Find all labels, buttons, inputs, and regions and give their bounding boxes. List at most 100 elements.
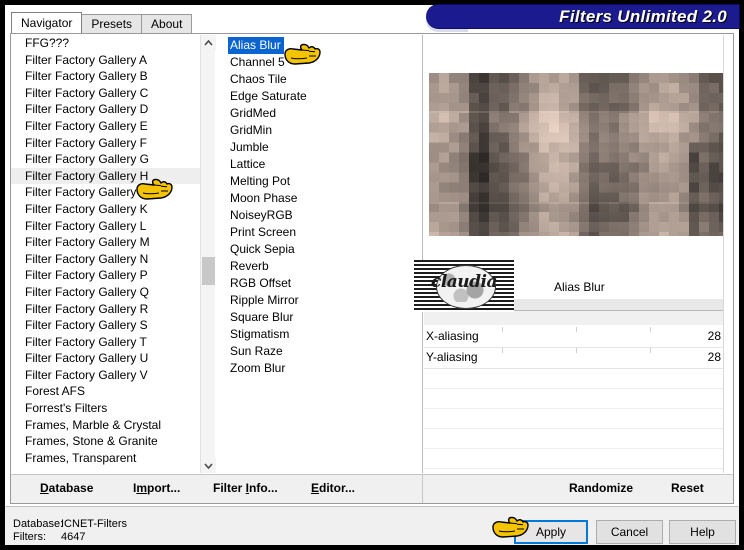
filter-item[interactable]: Lattice — [228, 156, 265, 173]
filter-row[interactable]: Reverb — [228, 257, 408, 274]
filter-row[interactable]: Ripple Mirror — [228, 291, 408, 308]
filter-item[interactable]: Jumble — [228, 139, 269, 156]
editor-button[interactable]: Editor... — [311, 481, 355, 495]
category-item[interactable]: Filter Factory Gallery D — [11, 101, 201, 118]
filter-item[interactable]: Alias Blur — [228, 37, 284, 54]
category-item[interactable]: Filter Factory Gallery G — [11, 151, 201, 168]
filter-row[interactable]: Quick Sepia — [228, 240, 408, 257]
preview-canvas[interactable] — [429, 73, 727, 236]
parameter-rows: X-aliasing 28 Y-aliasing 28 — [424, 327, 726, 473]
filter-row[interactable]: RGB Offset — [228, 274, 408, 291]
filter-row[interactable]: Stigmatism — [228, 325, 408, 342]
filter-item[interactable]: Stigmatism — [228, 326, 289, 343]
category-item[interactable]: Filter Factory Gallery V — [11, 367, 201, 384]
status-database-value: ICNET-Filters — [61, 518, 127, 530]
cancel-button[interactable]: Cancel — [596, 520, 663, 544]
filter-item[interactable]: GridMed — [228, 105, 276, 122]
category-item[interactable]: Filter Factory Gallery M — [11, 234, 201, 251]
category-item[interactable]: FFG??? — [11, 35, 201, 52]
category-item[interactable]: Filter Factory Gallery J — [11, 184, 201, 201]
filter-item[interactable]: Edge Saturate — [228, 88, 307, 105]
filter-row[interactable]: Square Blur — [228, 308, 408, 325]
reset-button[interactable]: Reset — [671, 481, 704, 495]
filter-row[interactable]: Sun Raze — [228, 342, 408, 359]
category-item[interactable]: Frames, Stone & Granite — [11, 433, 201, 450]
filter-row[interactable]: Chaos Tile — [228, 70, 408, 87]
filter-row[interactable]: Edge Saturate — [228, 87, 408, 104]
filter-row[interactable]: Channel 5 — [228, 53, 408, 70]
filter-item[interactable]: NoiseyRGB — [228, 207, 293, 224]
scroll-down-icon[interactable] — [201, 458, 216, 473]
help-button[interactable]: Help — [669, 520, 736, 544]
category-scrollbar[interactable] — [200, 35, 216, 473]
parameter-row[interactable]: Y-aliasing 28 — [424, 348, 726, 369]
filter-row[interactable]: Jumble — [228, 138, 408, 155]
category-list[interactable]: FFG??? Filter Factory Gallery A Filter Fac… — [11, 35, 218, 473]
filter-item[interactable]: Quick Sepia — [228, 241, 295, 258]
filter-row[interactable]: NoiseyRGB — [228, 206, 408, 223]
filter-row[interactable]: Print Screen — [228, 223, 408, 240]
filter-row[interactable]: Moon Phase — [228, 189, 408, 206]
category-item[interactable]: Filter Factory Gallery K — [11, 201, 201, 218]
filter-item[interactable]: Zoom Blur — [228, 360, 285, 377]
filter-item[interactable]: Channel 5 — [228, 54, 285, 71]
category-item[interactable]: Filter Factory Gallery A — [11, 52, 201, 69]
filter-item[interactable]: GridMin — [228, 122, 272, 139]
category-item[interactable]: Filter Factory Gallery S — [11, 317, 201, 334]
panel-divider — [422, 35, 423, 473]
category-item[interactable]: Filter Factory Gallery L — [11, 218, 201, 235]
filter-item[interactable]: Print Screen — [228, 224, 296, 241]
filter-item[interactable]: RGB Offset — [228, 275, 291, 292]
scroll-up-icon[interactable] — [201, 35, 216, 50]
command-bar-separator — [422, 475, 423, 503]
effect-name-header: Alias Blur — [424, 277, 724, 299]
param-strip-sub — [424, 311, 724, 325]
filter-list[interactable]: Alias Blur Channel 5 Chaos Tile Edge Satura… — [228, 36, 408, 472]
slider-tick — [650, 348, 651, 353]
category-item[interactable]: Filter Factory Gallery B — [11, 68, 201, 85]
tab-about[interactable]: About — [141, 14, 193, 33]
filter-item[interactable]: Reverb — [228, 258, 269, 275]
import-button[interactable]: Import... — [133, 481, 180, 495]
parameter-row-empty — [424, 409, 726, 429]
category-item[interactable]: Filter Factory Gallery T — [11, 334, 201, 351]
category-item[interactable]: Filter Factory Gallery C — [11, 85, 201, 102]
filter-row[interactable]: Alias Blur — [228, 36, 408, 54]
status-database: Database: ICNET-Filters — [13, 518, 213, 531]
parameter-value: 28 — [707, 329, 721, 343]
preview-image[interactable] — [429, 73, 727, 236]
parameter-row[interactable]: X-aliasing 28 — [424, 327, 726, 348]
category-item[interactable]: Forrest's Filters — [11, 400, 201, 417]
apply-button[interactable]: Apply — [514, 520, 588, 544]
filter-row[interactable]: Lattice — [228, 155, 408, 172]
filter-item[interactable]: Moon Phase — [228, 190, 297, 207]
category-item[interactable]: Filter Factory Gallery F — [11, 135, 201, 152]
filter-row[interactable]: Zoom Blur — [228, 359, 408, 376]
filter-row[interactable]: Melting Pot — [228, 172, 408, 189]
category-item[interactable]: Filter Factory Gallery H — [11, 167, 201, 185]
category-item[interactable]: Frames, Transparent — [11, 450, 201, 467]
filter-item[interactable]: Ripple Mirror — [228, 292, 299, 309]
category-item[interactable]: Filter Factory Gallery P — [11, 267, 201, 284]
randomize-button[interactable]: Randomize — [569, 481, 633, 495]
filter-item[interactable]: Square Blur — [228, 309, 293, 326]
category-scroll-thumb[interactable] — [202, 257, 215, 285]
category-item[interactable]: Frames, Marble & Crystal — [11, 417, 201, 434]
filter-row[interactable]: GridMin — [228, 121, 408, 138]
database-button[interactable]: Database — [40, 481, 93, 495]
category-item[interactable]: Filter Factory Gallery N — [11, 251, 201, 268]
filter-row[interactable]: GridMed — [228, 104, 408, 121]
category-item[interactable]: Forest AFS — [11, 383, 201, 400]
tab-navigator[interactable]: Navigator — [11, 12, 83, 33]
category-item[interactable]: Filter Factory Gallery U — [11, 350, 201, 367]
filter-item[interactable]: Chaos Tile — [228, 71, 287, 88]
parameter-scrollbar[interactable] — [723, 35, 732, 473]
category-item[interactable]: Filter Factory Gallery Q — [11, 284, 201, 301]
parameter-row-empty — [424, 369, 726, 389]
category-item[interactable]: Filter Factory Gallery E — [11, 118, 201, 135]
tab-presets[interactable]: Presets — [81, 14, 143, 33]
category-item[interactable]: Filter Factory Gallery R — [11, 301, 201, 318]
filter-info-button[interactable]: Filter Info... — [213, 481, 278, 495]
filter-item[interactable]: Melting Pot — [228, 173, 290, 190]
filter-item[interactable]: Sun Raze — [228, 343, 283, 360]
